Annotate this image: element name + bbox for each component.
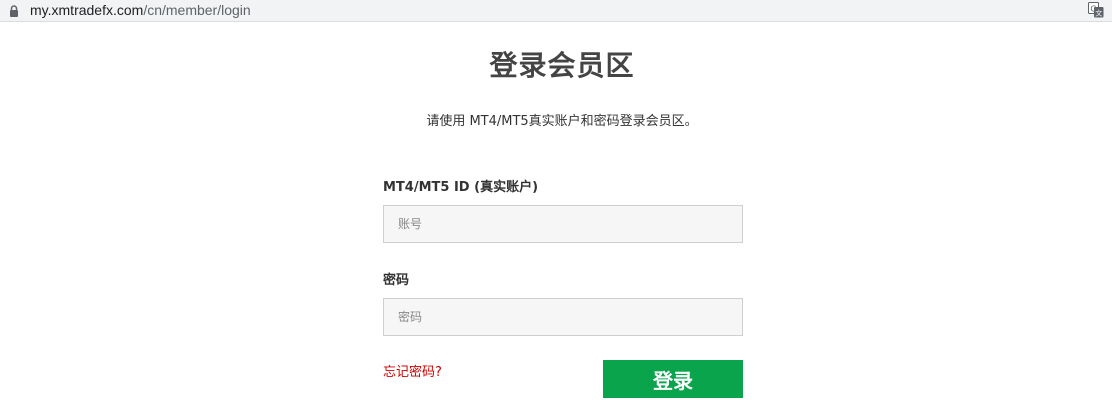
- login-button[interactable]: 登录: [603, 360, 743, 398]
- login-instructions: 请使用 MT4/MT5真实账户和密码登录会员区。: [426, 114, 698, 129]
- url-path: /cn/member/login: [143, 2, 251, 18]
- browser-address-bar[interactable]: my.xmtradefx.com/cn/member/login G 文: [0, 0, 1112, 22]
- forgot-password-link[interactable]: 忘记密码?: [383, 361, 442, 380]
- password-label: 密码: [383, 273, 410, 288]
- account-id-input[interactable]: [383, 205, 743, 243]
- url-host: my.xmtradefx.com: [30, 2, 144, 18]
- url-text[interactable]: my.xmtradefx.com/cn/member/login: [30, 1, 251, 19]
- page-title: 登录会员区: [489, 49, 635, 82]
- google-translate-icon[interactable]: G 文: [1088, 2, 1104, 18]
- password-input[interactable]: [383, 298, 743, 336]
- svg-text:文: 文: [1095, 9, 1102, 18]
- lock-icon[interactable]: [7, 3, 21, 17]
- account-id-label: MT4/MT5 ID (真实账户): [383, 180, 539, 195]
